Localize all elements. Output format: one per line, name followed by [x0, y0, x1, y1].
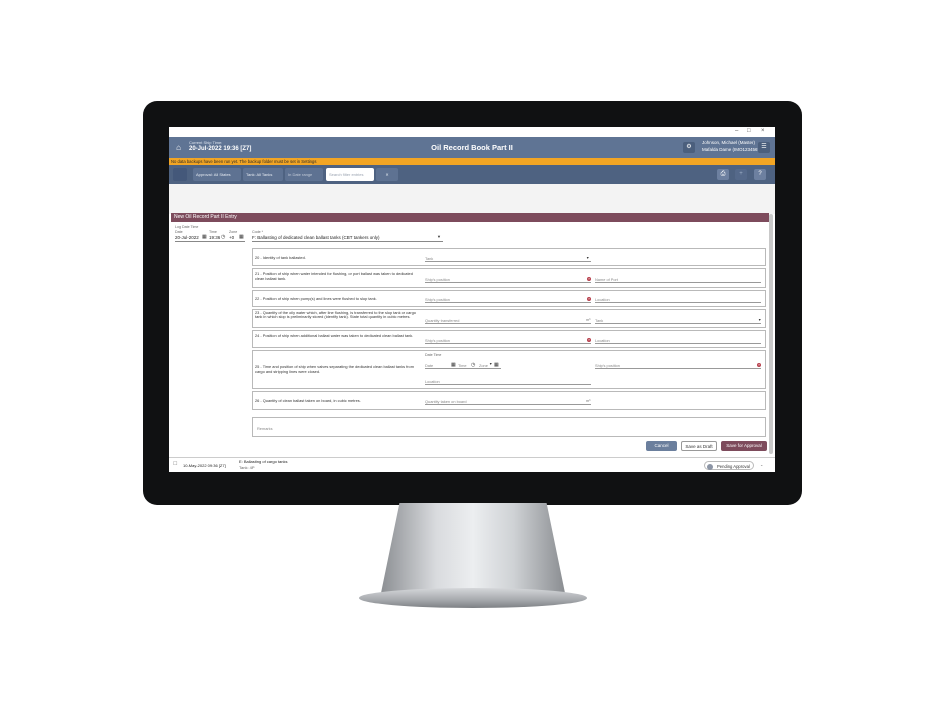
- calendar-icon[interactable]: ▦: [239, 234, 244, 240]
- item-description: 24 - Position of ship when additional ba…: [255, 333, 414, 338]
- field-underline: [425, 343, 591, 344]
- gear-icon[interactable]: ⚙: [683, 142, 695, 153]
- menu-icon[interactable]: ☰: [758, 142, 770, 153]
- log-time-label: Log Date Time: [175, 225, 199, 229]
- content-background: [169, 184, 775, 214]
- calendar-icon[interactable]: ▦: [202, 234, 207, 240]
- print-icon[interactable]: ⎙: [717, 169, 729, 180]
- save-draft-button[interactable]: Save as Draft: [681, 441, 717, 451]
- checkbox-icon[interactable]: ☐: [173, 461, 177, 467]
- status-icon: [707, 463, 713, 470]
- status-label: Pending Approval: [717, 464, 750, 469]
- help-icon[interactable]: ?: [757, 363, 761, 367]
- item-row-25: 25 - Time and position of ship when valv…: [252, 350, 766, 389]
- user-name: Johnson, Michael (Master): [702, 140, 756, 145]
- time-field[interactable]: 19:36: [209, 235, 220, 240]
- chevron-down-icon[interactable]: ▼: [586, 256, 589, 260]
- clear-filter-button[interactable]: ✕: [376, 168, 398, 181]
- entry-form-heading: New Oil Record Part II Entry: [171, 213, 769, 222]
- field-underline: [595, 323, 761, 324]
- vessel-name: Mafalda Dame (IMO1234567): [702, 147, 762, 152]
- item-row-20: 20 - Identity of tank ballasted. Tank ▼: [252, 248, 766, 266]
- clock-icon[interactable]: ◷: [221, 234, 225, 240]
- field-underline: [595, 282, 761, 283]
- filter-toolbar: Approval: All States Tank: All Tanks In …: [169, 165, 775, 184]
- item-row-23: 23 - Quantity of the oily water which, a…: [252, 309, 766, 328]
- app-screen: – □ × ⌂ Current Ship Time: 20-Jul-2022 1…: [169, 127, 775, 472]
- field-underline: [425, 282, 591, 283]
- field-underline: [425, 323, 591, 324]
- maximize-button[interactable]: □: [747, 128, 751, 134]
- item-description: 22 - Position of ship when pump(s) and l…: [255, 296, 377, 301]
- date-range-filter[interactable]: In Date range: [285, 168, 323, 181]
- help-icon[interactable]: ?: [587, 338, 591, 342]
- tank-filter[interactable]: Tank: All Tanks: [243, 168, 283, 181]
- backup-warning-banner: No data backups have been run yet. The b…: [169, 158, 775, 165]
- code-underline: [252, 241, 443, 242]
- field-underline: [425, 368, 501, 369]
- remarks-field[interactable]: Remarks: [252, 417, 766, 437]
- close-button[interactable]: ×: [761, 128, 765, 134]
- field-underline: [425, 404, 591, 405]
- app-header: ⌂ Current Ship Time: 20-Jul-2022 19:36 […: [169, 137, 775, 158]
- item-description: 25 - Time and position of ship when valv…: [255, 364, 414, 374]
- item-description: 20 - Identity of tank ballasted.: [255, 255, 306, 260]
- record-code: E: Ballasting of cargo tanks: [239, 459, 288, 464]
- item-description: 23 - Quantity of the oily water which, a…: [255, 310, 416, 320]
- window-titlebar: – □ ×: [169, 127, 775, 137]
- item-description: 26 - Quantity of clean ballast taken on …: [255, 398, 361, 403]
- field-underline: [595, 368, 761, 369]
- save-for-approval-button[interactable]: Save for Approval: [721, 441, 767, 451]
- record-list-row[interactable]: ☐ 10-May-2022 09:36 [Z7] E: Ballasting o…: [169, 457, 775, 472]
- chevron-down-icon[interactable]: ▼: [758, 318, 761, 322]
- monitor-stand-base: [359, 588, 587, 608]
- code-select[interactable]: F: Ballasting of dedicated clean ballast…: [252, 235, 379, 240]
- monitor-stand-neck: [381, 503, 565, 593]
- field-underline: [425, 302, 591, 303]
- filter-icon[interactable]: [173, 168, 187, 181]
- record-tank: Tank: 4P: [239, 465, 255, 470]
- chevron-down-icon[interactable]: ▼: [437, 234, 441, 239]
- item-row-21: 21 - Position of ship when water intende…: [252, 268, 766, 288]
- chevron-down-icon[interactable]: ⌄: [760, 462, 763, 467]
- date-time-label: Date Time: [425, 353, 442, 357]
- field-underline: [595, 343, 761, 344]
- search-input[interactable]: Search filter entries: [326, 168, 374, 181]
- unit-label: m³: [586, 318, 591, 322]
- zone-field[interactable]: +0: [229, 235, 234, 240]
- minimize-button[interactable]: –: [735, 128, 738, 134]
- unit-label: m³: [586, 399, 591, 403]
- item-row-26: 26 - Quantity of clean ballast taken on …: [252, 391, 766, 410]
- scrollbar[interactable]: [769, 214, 773, 454]
- record-date: 10-May-2022 09:36 [Z7]: [183, 463, 226, 468]
- date-label: Date: [175, 230, 183, 234]
- desktop-scene: – □ × ⌂ Current Ship Time: 20-Jul-2022 1…: [0, 0, 945, 710]
- field-underline: [595, 302, 761, 303]
- date-field[interactable]: 20-Jul-2022: [175, 235, 199, 240]
- item-row-24: 24 - Position of ship when additional ba…: [252, 330, 766, 348]
- remarks-placeholder: Remarks: [257, 426, 273, 431]
- cancel-button[interactable]: Cancel: [646, 441, 677, 451]
- help-icon[interactable]: ?: [587, 297, 591, 301]
- item-description: 21 - Position of ship when water intende…: [255, 271, 413, 281]
- field-underline: [425, 384, 591, 385]
- log-time-underline: [175, 241, 245, 242]
- approval-filter[interactable]: Approval: All States: [193, 168, 241, 181]
- item-row-22: 22 - Position of ship when pump(s) and l…: [252, 290, 766, 307]
- zone-label: Zone: [229, 230, 238, 234]
- code-label: Code *: [252, 230, 263, 234]
- time-label: Time: [209, 230, 217, 234]
- field-underline: [425, 261, 591, 262]
- help-icon[interactable]: ?: [587, 277, 591, 281]
- add-icon[interactable]: +: [735, 169, 747, 180]
- help-icon[interactable]: ?: [754, 169, 766, 180]
- status-badge: Pending Approval: [704, 461, 754, 470]
- chevron-down-icon[interactable]: ▼: [489, 362, 492, 366]
